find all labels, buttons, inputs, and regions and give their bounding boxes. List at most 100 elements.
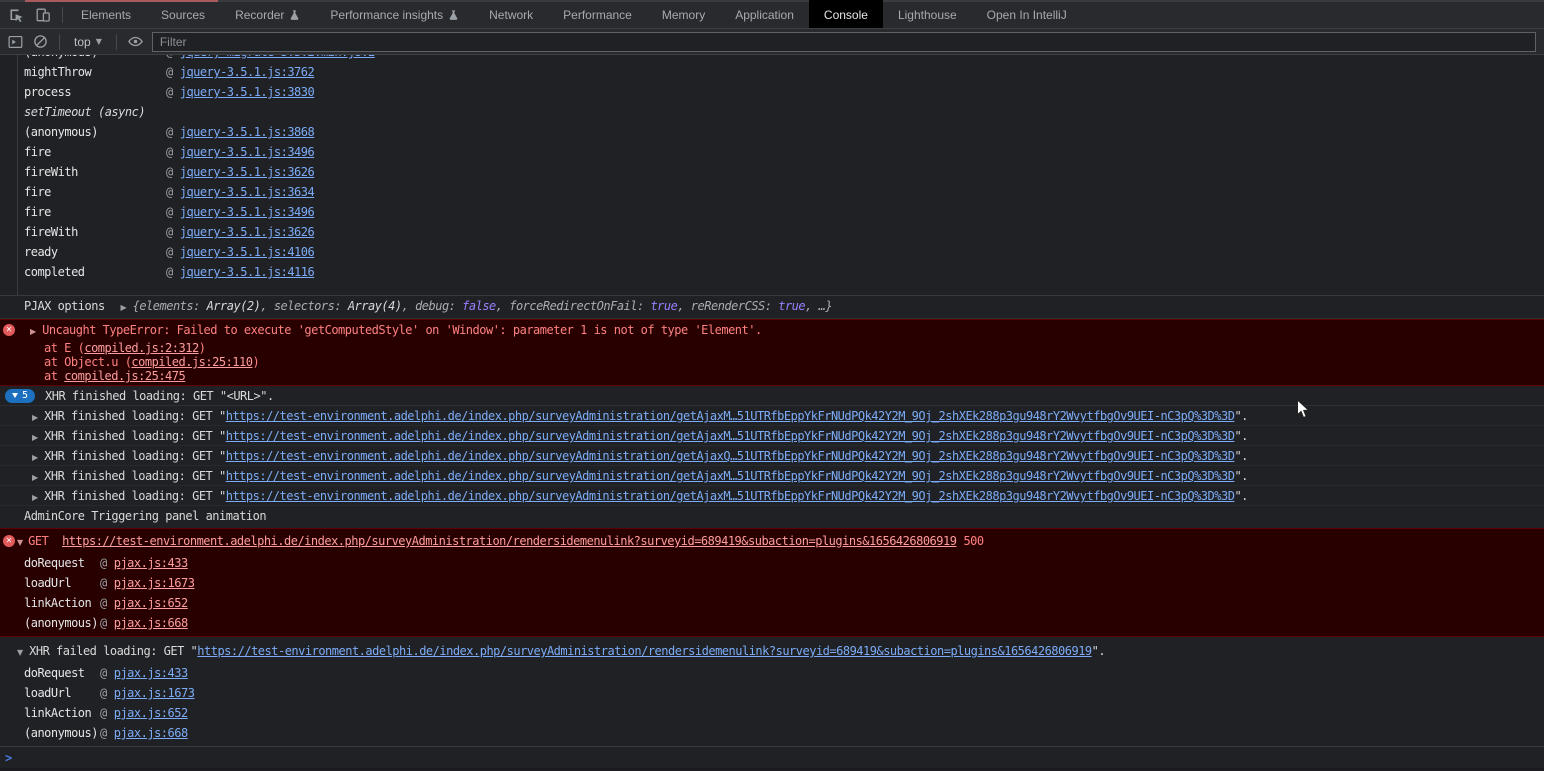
at-symbol: @ (100, 703, 107, 723)
tab-open-in-intellij[interactable]: Open In IntelliJ (972, 2, 1082, 28)
source-link[interactable]: jquery-3.5.1.js:3626 (180, 222, 315, 242)
inspect-element-icon[interactable] (7, 6, 25, 24)
error-message-row: ▶ Uncaught TypeError: Failed to execute '… (0, 321, 1544, 341)
stack-frame-function: mightThrow (24, 62, 166, 82)
expand-caret-icon[interactable]: ▶ (120, 298, 126, 318)
request-url-link[interactable]: https://test-environment.adelphi.de/inde… (226, 469, 1235, 483)
at-symbol: @ (166, 202, 173, 222)
expand-caret-icon[interactable]: ▶ (32, 468, 38, 488)
source-link[interactable]: compiled.js:25:110 (131, 355, 252, 369)
tab-application[interactable]: Application (720, 2, 809, 28)
error-stack-frame-row: at compiled.js:25:475 (0, 369, 1544, 383)
experiment-flask-icon (448, 9, 459, 21)
source-link[interactable]: jquery-3.5.1.js:3634 (180, 182, 315, 202)
at-symbol: @ (166, 262, 173, 282)
preview-separator: , (496, 299, 509, 313)
frame-prefix: at Object.u ( (44, 355, 131, 369)
request-url-link[interactable]: https://test-environment.adelphi.de/inde… (197, 644, 1091, 658)
at-symbol: @ (100, 683, 107, 703)
tab-performance-insights[interactable]: Performance insights (315, 2, 474, 28)
source-link[interactable]: pjax.js:668 (114, 613, 188, 633)
log-text: PJAX options (24, 299, 105, 313)
object-preview[interactable]: {elements: Array(2), selectors: Array(4)… (133, 299, 832, 313)
source-link[interactable]: pjax.js:652 (114, 593, 188, 613)
preview-separator: , (402, 299, 415, 313)
collapse-caret-icon[interactable]: ▼ (17, 533, 23, 553)
error-stack-frame-row: at Object.u (compiled.js:25:110) (0, 355, 1544, 369)
clear-console-icon[interactable] (31, 33, 49, 51)
source-link[interactable]: jquery-3.5.1.js:3830 (180, 82, 315, 102)
console-sidebar-toggle-icon[interactable] (6, 33, 24, 51)
source-link[interactable]: pjax.js:652 (114, 703, 188, 723)
execution-context-selector[interactable]: top ▼ (70, 35, 106, 49)
tab-label: Open In IntelliJ (987, 8, 1067, 22)
execution-context-label: top (74, 35, 91, 49)
tab-sources[interactable]: Sources (146, 2, 220, 28)
error-message-text: Uncaught TypeError: Failed to execute 'g… (42, 323, 762, 337)
tab-recorder[interactable]: Recorder (220, 2, 315, 28)
tab-lighthouse[interactable]: Lighthouse (883, 2, 972, 28)
source-link[interactable]: pjax.js:668 (114, 723, 188, 743)
console-prompt[interactable]: > (0, 747, 1544, 771)
source-link[interactable]: pjax.js:433 (114, 553, 188, 573)
expand-caret-icon[interactable]: ▶ (30, 323, 36, 341)
repeat-count-badge[interactable]: 5 (5, 389, 35, 403)
stack-frame-row: (anonymous)@pjax.js:668 (0, 723, 1544, 743)
filter-input[interactable] (152, 32, 1536, 52)
source-link[interactable]: pjax.js:1673 (114, 683, 195, 703)
stack-frame-function: (anonymous) (24, 613, 100, 633)
stack-frame-row: linkAction@ pjax.js:652 (0, 703, 1544, 723)
source-link[interactable]: jquery-3.5.1.js:3496 (180, 142, 315, 162)
expand-caret-icon[interactable]: ▶ (32, 408, 38, 428)
collapse-caret-icon[interactable]: ▼ (17, 643, 23, 663)
stack-frame-function: fire (24, 142, 166, 162)
expand-caret-icon[interactable]: ▶ (32, 488, 38, 508)
stack-frame-function: doRequest (24, 553, 100, 573)
stack-frame-row: fire@jquery-3.5.1.js:3496 (0, 202, 1544, 222)
source-link[interactable]: jquery-3.5.1.js:4116 (180, 262, 315, 282)
stack-frame-function: (anonymous) (24, 723, 100, 743)
source-link[interactable]: jquery-3.5.1.js:3496 (180, 202, 315, 222)
tab-elements[interactable]: Elements (66, 2, 146, 28)
request-url-link[interactable]: https://test-environment.adelphi.de/inde… (226, 449, 1235, 463)
tab-console[interactable]: Console (809, 0, 883, 28)
source-link[interactable]: jquery-3.5.1.js:3868 (180, 122, 315, 142)
log-text: XHR finished loading: GET " (44, 429, 226, 443)
preview-key: elements: (139, 299, 206, 313)
preview-key: reRenderCSS: (691, 299, 778, 313)
device-toolbar-icon[interactable] (34, 6, 52, 24)
tab-label: Memory (662, 8, 705, 22)
tab-bar-icons (0, 2, 59, 28)
source-link[interactable]: pjax.js:1673 (114, 573, 195, 593)
stack-frame-row: process@jquery-3.5.1.js:3830 (0, 82, 1544, 102)
frame-prefix: at (44, 369, 64, 383)
expand-caret-icon[interactable]: ▶ (32, 448, 38, 468)
source-link[interactable]: pjax.js:433 (114, 663, 188, 683)
toolbar-divider (116, 34, 117, 50)
tab-network[interactable]: Network (474, 2, 548, 28)
preview-value: true (778, 299, 805, 313)
console-prompt-icon: > (5, 751, 12, 765)
request-url-link[interactable]: https://test-environment.adelphi.de/inde… (226, 409, 1235, 423)
stack-frame-function: linkAction (24, 703, 100, 723)
tab-performance[interactable]: Performance (548, 2, 647, 28)
tab-label: Recorder (235, 8, 284, 22)
source-link[interactable]: jquery-3.5.1.js:3626 (180, 162, 315, 182)
source-link[interactable]: compiled.js:25:475 (64, 369, 185, 383)
stack-frame-function: fire (24, 182, 166, 202)
source-link[interactable]: compiled.js:2:312 (84, 341, 198, 355)
source-link[interactable]: jquery-3.5.1.js:4106 (180, 242, 315, 262)
live-expression-eye-icon[interactable] (127, 33, 145, 51)
xhr-log-row: ▶XHR finished loading: GET "https://test… (0, 486, 1544, 506)
request-url-link[interactable]: https://test-environment.adelphi.de/inde… (62, 534, 956, 548)
request-url-link[interactable]: https://test-environment.adelphi.de/inde… (226, 489, 1235, 503)
at-symbol: @ (166, 55, 173, 62)
expand-caret-icon[interactable]: ▶ (32, 428, 38, 448)
repeat-count: 5 (22, 386, 28, 406)
preview-key: forceRedirectOnFail: (509, 299, 650, 313)
get-500-error-block: ✕ ▼GET https://test-environment.adelphi.… (0, 528, 1544, 637)
source-link[interactable]: jquery-3.5.1.js:3762 (180, 62, 315, 82)
tab-memory[interactable]: Memory (647, 2, 720, 28)
request-url-link[interactable]: https://test-environment.adelphi.de/inde… (226, 429, 1235, 443)
source-link[interactable]: jquery-migrate-3.3.2.min.js:2 (180, 55, 375, 62)
